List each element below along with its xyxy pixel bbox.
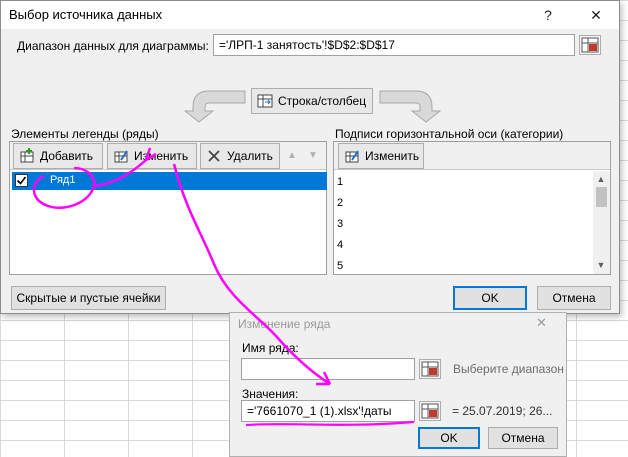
- help-button[interactable]: ?: [531, 3, 565, 27]
- switch-button-label: Строка/столбец: [278, 94, 367, 108]
- switch-left-arrow-icon: [183, 90, 246, 123]
- axis-labels-panel: Изменить 1 2 3 4 5 ▲ ▼: [333, 141, 611, 275]
- edit-series-ok-button[interactable]: OK: [418, 427, 480, 449]
- add-series-label: Добавить: [40, 149, 94, 163]
- move-up-icon[interactable]: ▲: [283, 145, 301, 167]
- close-button[interactable]: ✕: [579, 3, 613, 27]
- legend-series-panel: Добавить Изменить Удалить ▲ ▼ Ряд1: [9, 141, 327, 275]
- edit-series-title: Изменение ряда: [238, 317, 331, 331]
- series-label: Ряд1: [50, 174, 76, 186]
- edit-axis-icon: [345, 150, 359, 163]
- edit-series-close-button[interactable]: ✕: [536, 315, 547, 331]
- axis-category-item: 4: [337, 239, 344, 251]
- edit-axis-labels-button[interactable]: Изменить: [338, 143, 424, 169]
- legend-entries-header: Элементы легенды (ряды): [11, 127, 159, 141]
- series-values-preview: = 25.07.2019; 26...: [452, 404, 553, 418]
- chart-range-input[interactable]: ='ЛРП-1 занятость'!$D$2:$D$17: [213, 34, 575, 56]
- add-series-button[interactable]: Добавить: [13, 143, 103, 169]
- switch-icon: [257, 94, 273, 108]
- series-values-input[interactable]: ='7661070_1 (1).xlsx'!даты: [241, 400, 415, 422]
- collapse-range-button[interactable]: [579, 35, 601, 55]
- switch-row-column-button[interactable]: Строка/столбец: [251, 88, 373, 114]
- axis-category-item: 1: [337, 176, 344, 188]
- axis-category-item: 3: [337, 218, 344, 230]
- range-select-icon: [581, 37, 599, 53]
- series-values-range-button[interactable]: [419, 401, 441, 421]
- checkmark-icon: [16, 176, 27, 185]
- cancel-button[interactable]: Отмена: [537, 286, 611, 310]
- dialog-title: Выбор источника данных: [9, 7, 163, 22]
- series-list-item[interactable]: Ряд1: [12, 172, 327, 190]
- series-name-label: Имя ряда:: [242, 341, 299, 355]
- delete-x-icon: [208, 150, 220, 162]
- scroll-up-icon[interactable]: ▲: [593, 171, 609, 187]
- series-name-range-button[interactable]: [419, 359, 441, 379]
- series-name-hint: Выберите диапазон: [453, 362, 564, 376]
- select-data-source-dialog: Выбор источника данных ? ✕ Диапазон данн…: [0, 0, 620, 314]
- edit-series-dialog: Изменение ряда ✕ Имя ряда: Выберите диап…: [229, 312, 567, 457]
- range-select-icon: [421, 361, 439, 377]
- series-checkbox[interactable]: [15, 174, 28, 187]
- edit-series-cancel-button[interactable]: Отмена: [488, 427, 558, 449]
- edit-axis-label: Изменить: [365, 149, 420, 163]
- scroll-thumb[interactable]: [596, 187, 607, 207]
- ok-button[interactable]: OK: [453, 286, 527, 310]
- axis-category-item: 2: [337, 197, 344, 209]
- edit-series-icon: [114, 150, 128, 163]
- axis-labels-header: Подписи горизонтальной оси (категории): [335, 127, 564, 141]
- axis-list-scrollbar[interactable]: ▲ ▼: [593, 171, 610, 274]
- delete-series-label: Удалить: [227, 149, 273, 163]
- switch-right-arrow-icon: [379, 90, 442, 123]
- scroll-down-icon[interactable]: ▼: [593, 257, 609, 273]
- edit-series-label: Изменить: [134, 149, 189, 163]
- chart-range-label: Диапазон данных для диаграммы:: [17, 39, 209, 53]
- range-select-icon: [421, 403, 439, 419]
- series-name-input[interactable]: [241, 358, 415, 380]
- edit-series-button[interactable]: Изменить: [107, 143, 197, 169]
- add-series-icon: [20, 148, 34, 163]
- series-values-label: Значения:: [242, 387, 299, 401]
- axis-category-item: 5: [337, 260, 344, 272]
- dialog-titlebar: Выбор источника данных ? ✕: [1, 1, 619, 29]
- delete-series-button[interactable]: Удалить: [200, 143, 280, 169]
- move-down-icon[interactable]: ▼: [304, 145, 322, 167]
- hidden-empty-cells-button[interactable]: Скрытые и пустые ячейки: [11, 286, 166, 310]
